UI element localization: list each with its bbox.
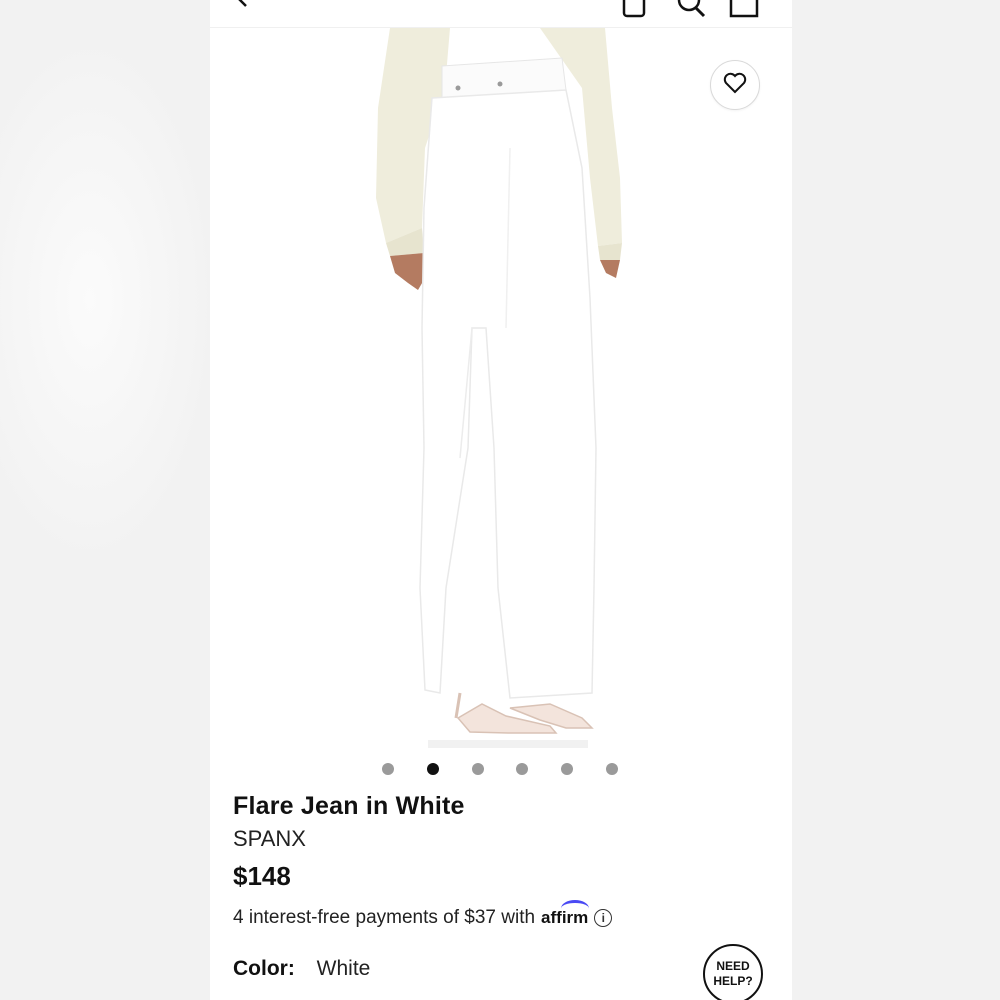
heart-icon [723, 72, 747, 99]
wishlist-button[interactable] [710, 60, 760, 110]
gallery-pagination [210, 763, 792, 777]
top-navigation-bar [210, 0, 792, 28]
search-icon[interactable] [676, 0, 706, 23]
help-line2: HELP? [713, 974, 753, 988]
product-image[interactable] [210, 28, 792, 748]
color-selector: Color: White [233, 957, 371, 980]
right-hand [600, 260, 620, 278]
product-page: Flare Jean in White SPANX $148 4 interes… [210, 0, 792, 1000]
need-help-button[interactable]: NEED HELP? [703, 944, 763, 1000]
color-label: Color [233, 957, 288, 980]
installment-text: 4 interest-free payments of $37 with [233, 907, 536, 928]
product-price: $148 [233, 861, 291, 891]
pagination-dot-active[interactable] [427, 763, 439, 775]
left-hand [390, 253, 425, 290]
back-chevron-icon[interactable] [230, 0, 254, 15]
installment-info: 4 interest-free payments of $37 with aff… [233, 900, 613, 929]
info-icon[interactable]: i [594, 909, 613, 927]
pagination-dot[interactable] [606, 763, 618, 775]
affirm-logo: affirm [541, 900, 590, 928]
bag-icon[interactable] [728, 0, 760, 23]
help-line1: NEED [716, 959, 750, 973]
product-brand[interactable]: SPANX [233, 826, 306, 852]
color-value: White [316, 957, 371, 980]
product-title: Flare Jean in White [233, 792, 465, 820]
jeans [419, 89, 597, 699]
account-icon[interactable] [620, 0, 648, 23]
pagination-dot[interactable] [382, 763, 394, 775]
pagination-dot[interactable] [472, 763, 484, 775]
pagination-dot[interactable] [561, 763, 573, 775]
pagination-dot[interactable] [516, 763, 528, 775]
